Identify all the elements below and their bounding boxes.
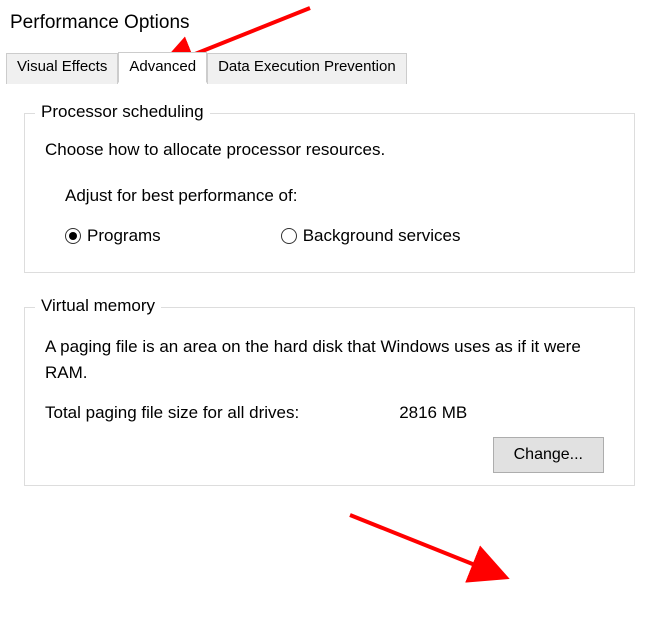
tab-bar: Visual Effects Advanced Data Execution P… <box>6 52 659 83</box>
radio-programs[interactable]: Programs <box>65 226 161 246</box>
radio-circle-icon <box>281 228 297 244</box>
radio-background-label: Background services <box>303 226 461 246</box>
tab-visual-effects[interactable]: Visual Effects <box>6 53 118 84</box>
vm-total-row: Total paging file size for all drives: 2… <box>45 403 614 423</box>
vm-total-value: 2816 MB <box>399 403 467 423</box>
virtual-memory-group: Virtual memory A paging file is an area … <box>24 307 635 486</box>
change-button[interactable]: Change... <box>493 437 604 473</box>
processor-scheduling-group: Processor scheduling Choose how to alloc… <box>24 113 635 273</box>
vm-total-label: Total paging file size for all drives: <box>45 403 299 423</box>
tab-dep[interactable]: Data Execution Prevention <box>207 53 407 84</box>
virtual-memory-title: Virtual memory <box>35 296 161 316</box>
vm-desc: A paging file is an area on the hard dis… <box>45 334 614 385</box>
processor-scheduling-title: Processor scheduling <box>35 102 210 122</box>
processor-sublabel: Adjust for best performance of: <box>45 186 614 206</box>
tab-advanced[interactable]: Advanced <box>118 52 207 83</box>
window-title: Performance Options <box>0 0 659 52</box>
radio-programs-label: Programs <box>87 226 161 246</box>
tab-content: Processor scheduling Choose how to alloc… <box>0 83 659 486</box>
processor-desc: Choose how to allocate processor resourc… <box>45 140 614 160</box>
annotation-arrow-change <box>340 505 540 595</box>
radio-background-services[interactable]: Background services <box>281 226 461 246</box>
radio-row: Programs Background services <box>45 226 614 246</box>
radio-dot-icon <box>65 228 81 244</box>
